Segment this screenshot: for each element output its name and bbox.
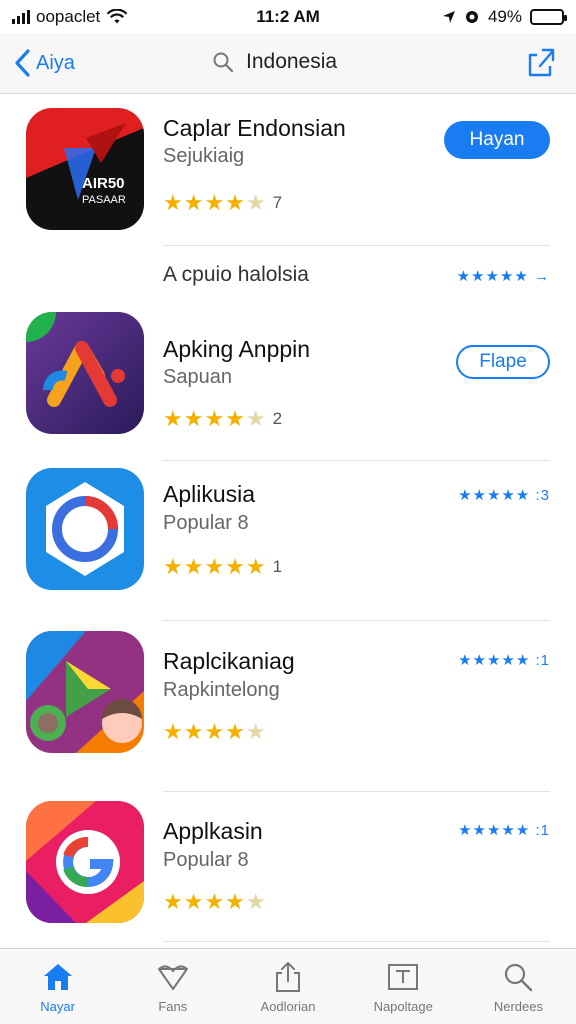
- app-subtitle: Sejukiaig: [163, 145, 245, 167]
- status-bar: oopaclet 11:2 AM 49%: [0, 0, 576, 34]
- heart-icon: [157, 965, 188, 990]
- app-subtitle: Rapkintelong: [163, 679, 280, 701]
- app-rating: ★★★★★: [163, 889, 267, 915]
- app-icon-apking: [26, 312, 144, 434]
- app-title: Caplar Endonsian: [163, 115, 346, 141]
- tab-search[interactable]: Nerdees: [461, 949, 576, 1024]
- chevron-left-icon: [15, 49, 30, 77]
- app-title: Apking Anppin: [163, 336, 311, 362]
- divider: [163, 941, 550, 942]
- app-icon-raplcikaniag: [26, 631, 144, 753]
- star-rating-icon: ★★★★★: [163, 719, 267, 744]
- rating-count: 2: [272, 409, 283, 428]
- tab-label: Nerdees: [493, 999, 543, 1014]
- side-rating: ★★★★★ :1: [458, 822, 550, 839]
- side-rating: ★★★★★ :1: [458, 652, 550, 669]
- app-rating: ★★★★★ 1: [163, 554, 282, 580]
- app-list: AIR50 PASAAR Caplar Endonsian Sejukiaig …: [0, 95, 576, 947]
- app-rating: ★★★★★ 2: [163, 406, 282, 432]
- app-rating: ★★★★★: [163, 719, 267, 745]
- battery-percent: 49%: [487, 7, 522, 26]
- app-title: Aplikusia: [163, 481, 256, 507]
- wifi-icon: [106, 9, 128, 24]
- get-button[interactable]: Hayan: [444, 121, 550, 159]
- app-title: Applkasin: [163, 818, 263, 844]
- app-title: Raplcikaniag: [163, 648, 295, 674]
- star-rating-icon: ★★★★★: [163, 406, 267, 431]
- home-icon: [43, 964, 72, 990]
- divider: [163, 620, 550, 621]
- alarm-icon: [465, 11, 478, 23]
- tab-label: Fans: [158, 999, 188, 1014]
- tab-aodlorian[interactable]: Aodlorian: [230, 949, 345, 1024]
- back-button[interactable]: Aiya: [12, 48, 75, 78]
- search-query: Indonesia: [246, 50, 338, 73]
- app-icon-air50: AIR50 PASAAR: [26, 108, 144, 230]
- section-label[interactable]: A cpuio halolsia: [163, 263, 309, 287]
- search-icon: [505, 963, 533, 992]
- location-icon: [442, 11, 455, 23]
- picture-icon: [388, 964, 419, 990]
- rating-count: 1: [272, 557, 283, 576]
- app-rating: ★★★★★ 7: [163, 190, 282, 216]
- get-button[interactable]: Flape: [456, 345, 550, 379]
- clock: 11:2 AM: [256, 7, 320, 26]
- signal-icon: [12, 10, 30, 24]
- back-label: Aiya: [36, 51, 75, 74]
- star-rating-icon: ★★★★★: [163, 190, 267, 215]
- tab-label: Aodlorian: [260, 999, 316, 1014]
- section-rating: ★★★★★ →: [456, 268, 550, 285]
- tab-home[interactable]: Nayar: [0, 949, 115, 1024]
- tab-label: Nayar: [40, 999, 75, 1014]
- app-subtitle: Sapuan: [163, 366, 232, 388]
- divider: [163, 791, 550, 792]
- share-icon: [276, 962, 300, 992]
- tab-fans[interactable]: Fans: [115, 949, 230, 1024]
- app-subtitle: Popular 8: [163, 849, 249, 871]
- app-icon-aplikusia: [26, 468, 144, 590]
- star-rating-icon: ★★★★★: [163, 554, 267, 579]
- share-icon[interactable]: [526, 46, 556, 78]
- tab-label: Napoltage: [373, 999, 433, 1014]
- icon-text-2: PASAAR: [82, 194, 126, 206]
- tab-bar: Nayar Fans Aodlorian Napoltage Nerdees: [0, 948, 576, 1024]
- divider: [163, 245, 550, 246]
- app-subtitle: Popular 8: [163, 512, 249, 534]
- rating-count: 7: [272, 193, 283, 212]
- divider: [163, 460, 550, 461]
- carrier-name: oopaclet: [36, 7, 101, 26]
- icon-text-1: AIR50: [82, 175, 125, 192]
- star-rating-icon: ★★★★★: [163, 889, 267, 914]
- search-field[interactable]: Indonesia: [212, 50, 337, 74]
- tab-napoltage[interactable]: Napoltage: [346, 949, 461, 1024]
- navigation-bar: Aiya Indonesia: [0, 34, 576, 94]
- search-icon: [213, 52, 234, 73]
- battery-icon: [530, 9, 567, 25]
- app-icon-applkasin: [26, 801, 144, 923]
- side-rating: ★★★★★ :3: [458, 487, 550, 504]
